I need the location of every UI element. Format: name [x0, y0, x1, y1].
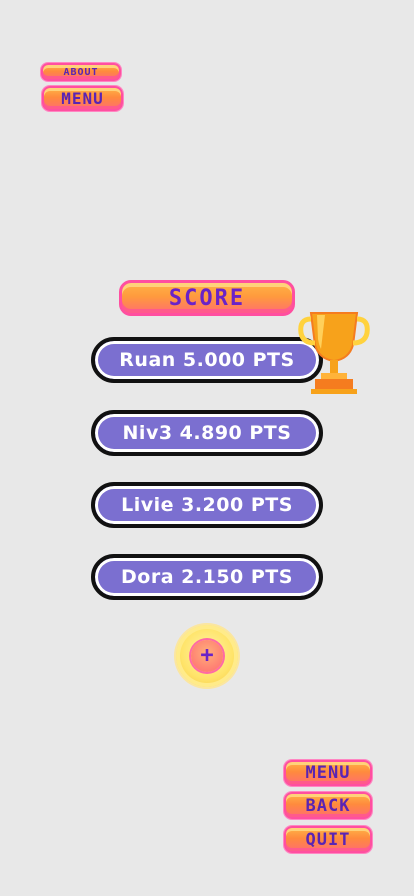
- menu-button-top[interactable]: MENU: [42, 86, 123, 111]
- quit-button[interactable]: QUIT: [284, 826, 372, 853]
- score-row: Ruan 5.000 PTS: [91, 337, 323, 383]
- plus-icon: +: [191, 640, 223, 672]
- add-button[interactable]: +: [176, 625, 238, 687]
- trophy-icon: [298, 312, 370, 394]
- score-row: Niv3 4.890 PTS: [91, 410, 323, 456]
- back-button[interactable]: BACK: [284, 792, 372, 819]
- menu-button-bottom[interactable]: MENU: [284, 760, 372, 786]
- score-row: Dora 2.150 PTS: [91, 554, 323, 600]
- score-row: Livie 3.200 PTS: [91, 482, 323, 528]
- score-title: SCORE: [119, 280, 295, 316]
- about-button[interactable]: ABOUT: [41, 63, 121, 81]
